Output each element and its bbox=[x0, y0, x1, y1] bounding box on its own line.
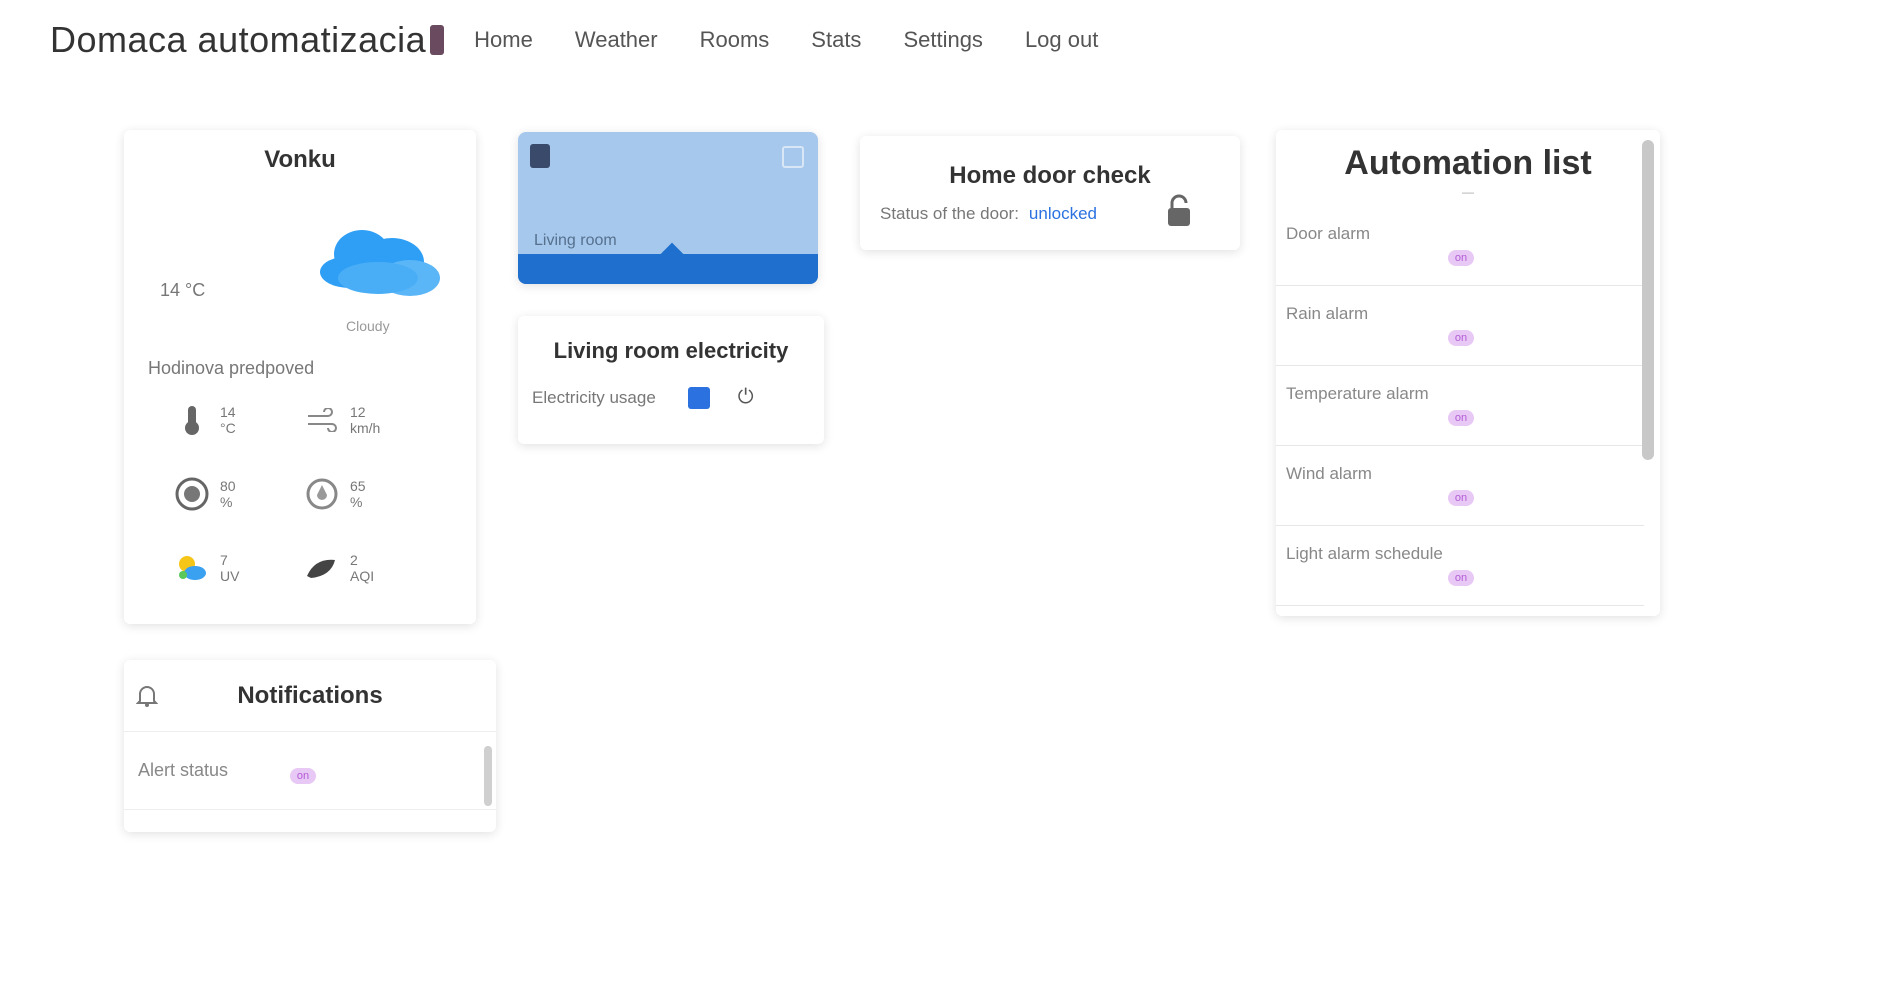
forecast-unit: % bbox=[350, 494, 363, 510]
bell-icon[interactable] bbox=[135, 684, 159, 713]
humidity-icon bbox=[302, 474, 342, 514]
forecast-section-label: Hodinova predpoved bbox=[148, 358, 315, 378]
camera-icon bbox=[530, 144, 550, 168]
power-icon[interactable]: ⏻ bbox=[738, 386, 754, 409]
electricity-row: Electricity usage ⏻ bbox=[532, 386, 754, 409]
automation-title: Automation list bbox=[1344, 144, 1592, 182]
living-room-camera-card[interactable]: Living room bbox=[518, 132, 818, 284]
nav-home[interactable]: Home bbox=[474, 27, 533, 53]
status-pill[interactable]: on bbox=[1448, 570, 1474, 586]
automation-subtitle: — bbox=[1462, 185, 1474, 199]
automation-label: Light alarm schedule bbox=[1286, 544, 1443, 563]
door-status-label: Status of the door: bbox=[880, 204, 1019, 223]
list-item[interactable]: Alert status on bbox=[124, 732, 496, 810]
forecast-unit: UV bbox=[220, 568, 240, 584]
sun-icon bbox=[172, 548, 212, 588]
top-navigation: Domaca automatizacia Home Weather Rooms … bbox=[50, 16, 1140, 64]
notifications-header: Notifications bbox=[124, 660, 496, 732]
scrollbar[interactable] bbox=[484, 746, 492, 806]
automation-label: Wind alarm bbox=[1286, 464, 1372, 483]
brand-title[interactable]: Domaca automatizacia bbox=[50, 19, 445, 61]
automation-label: Door alarm bbox=[1286, 224, 1371, 243]
forecast-item: 2 AQI bbox=[302, 546, 432, 590]
forecast-value: 14 bbox=[220, 404, 236, 420]
notifications-title: Notifications bbox=[237, 681, 383, 709]
forecast-item: 14 °C bbox=[172, 398, 302, 442]
automation-list-card: Automation list — Door alarm on Rain ala… bbox=[1276, 130, 1660, 616]
cloud-icon bbox=[172, 474, 212, 514]
status-pill[interactable]: on bbox=[1448, 250, 1474, 266]
thermometer-icon bbox=[172, 400, 212, 440]
automation-label: Temperature alarm bbox=[1286, 384, 1429, 403]
wind-icon bbox=[302, 400, 342, 440]
status-pill[interactable]: on bbox=[290, 768, 316, 784]
leaf-icon bbox=[302, 548, 342, 588]
nav-rooms[interactable]: Rooms bbox=[700, 27, 770, 53]
cloud-icon bbox=[320, 230, 440, 296]
door-title: Home door check bbox=[949, 162, 1151, 189]
forecast-unit: km/h bbox=[350, 420, 381, 436]
nav-logout[interactable]: Log out bbox=[1025, 27, 1098, 53]
forecast-grid: 14 °C 12 km/h 80% 65% 7 UV 2 AQI bbox=[172, 398, 432, 590]
lock-icon[interactable] bbox=[1164, 194, 1194, 233]
forecast-value: 65 bbox=[350, 478, 366, 494]
status-pill[interactable]: on bbox=[1448, 490, 1474, 506]
condition-caption: Cloudy bbox=[346, 318, 390, 334]
list-item[interactable]: Temperature alarm on bbox=[1276, 366, 1644, 446]
forecast-item: 12 km/h bbox=[302, 398, 432, 442]
forecast-unit: AQI bbox=[350, 568, 375, 584]
forecast-card: Vonku 14 °C Cloudy Hodinova predpoved 14… bbox=[124, 130, 476, 624]
forecast-value: 12 bbox=[350, 404, 366, 420]
automation-list: Door alarm on Rain alarm on Temperature … bbox=[1276, 206, 1644, 606]
list-item[interactable]: Wind alarm on bbox=[1276, 446, 1644, 526]
status-pill[interactable]: on bbox=[1448, 410, 1474, 426]
nav-stats[interactable]: Stats bbox=[811, 27, 861, 53]
forecast-unit: °C bbox=[220, 420, 236, 436]
camera-footer-bar bbox=[518, 254, 818, 284]
forecast-title: Vonku bbox=[264, 146, 336, 173]
automation-label: Rain alarm bbox=[1286, 304, 1369, 323]
list-item[interactable]: Light alarm schedule on bbox=[1276, 526, 1644, 606]
scrollbar[interactable] bbox=[1642, 140, 1654, 460]
forecast-value: 2 bbox=[350, 552, 358, 568]
camera-label: Living room bbox=[534, 232, 617, 249]
forecast-unit: % bbox=[220, 494, 233, 510]
notifications-card: Notifications Alert status on bbox=[124, 660, 496, 832]
door-check-card: Home door check Status of the door: unlo… bbox=[860, 136, 1240, 250]
nav-settings[interactable]: Settings bbox=[903, 27, 983, 53]
list-item[interactable]: Door alarm on bbox=[1276, 206, 1644, 286]
forecast-item: 65% bbox=[302, 472, 432, 516]
main-nav: Home Weather Rooms Stats Settings Log ou… bbox=[474, 27, 1140, 53]
forecast-value: 80 bbox=[220, 478, 236, 494]
current-temperature: 14 °C bbox=[160, 280, 206, 300]
forecast-value: 7 bbox=[220, 552, 228, 568]
door-status-value[interactable]: unlocked bbox=[1029, 204, 1097, 224]
electricity-checkbox[interactable] bbox=[687, 386, 710, 409]
brand-text: Domaca automatizacia bbox=[50, 19, 427, 60]
list-item[interactable]: Rain alarm on bbox=[1276, 286, 1644, 366]
door-status-row: Status of the door: unlocked bbox=[880, 204, 1097, 224]
electricity-title: Living room electricity bbox=[553, 338, 789, 363]
forecast-item: 7 UV bbox=[172, 546, 302, 590]
status-pill[interactable]: on bbox=[1448, 330, 1474, 346]
notification-label: Alert status bbox=[138, 760, 229, 780]
forecast-item: 80% bbox=[172, 472, 302, 516]
app-logo-icon bbox=[430, 25, 445, 55]
expand-icon[interactable] bbox=[782, 146, 804, 168]
electricity-label: Electricity usage bbox=[532, 387, 656, 407]
electricity-card: Living room electricity Electricity usag… bbox=[518, 316, 824, 444]
nav-weather[interactable]: Weather bbox=[575, 27, 658, 53]
